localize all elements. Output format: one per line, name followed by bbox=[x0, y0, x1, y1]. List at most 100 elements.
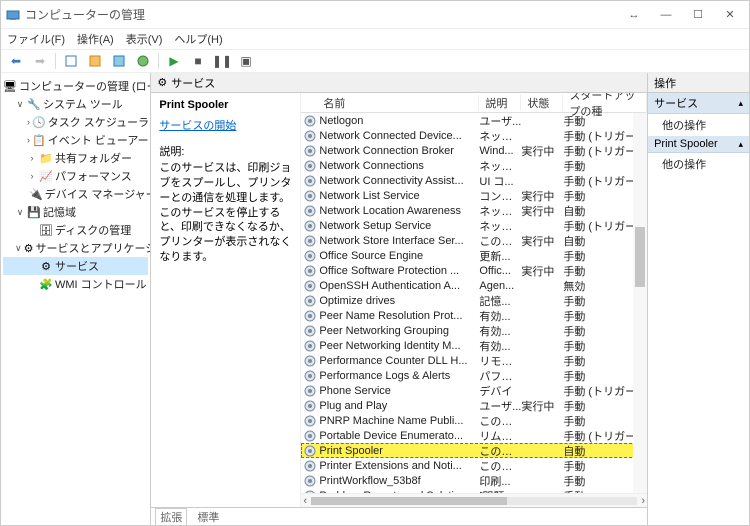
tree-disk-management[interactable]: 🗄ディスクの管理 bbox=[3, 221, 148, 239]
cell-desc: Agen... bbox=[479, 280, 521, 292]
cell-name: Performance Counter DLL H... bbox=[319, 355, 479, 367]
cell-status: 実行中 bbox=[521, 398, 563, 414]
cell-desc: このサ... bbox=[479, 413, 521, 429]
actions-cat-services[interactable]: サービス▴ bbox=[648, 93, 749, 114]
table-row[interactable]: Office Software Protection ...Offic...実行… bbox=[301, 263, 647, 278]
col-name[interactable]: 名前 bbox=[301, 95, 479, 111]
service-icon bbox=[301, 280, 319, 292]
service-icon bbox=[301, 295, 319, 307]
center-title: サービス bbox=[171, 75, 215, 91]
table-row[interactable]: OpenSSH Authentication A...Agen...無効 bbox=[301, 278, 647, 293]
cell-desc: コンピ... bbox=[479, 188, 521, 204]
service-icon bbox=[301, 190, 319, 202]
props-button[interactable] bbox=[84, 50, 106, 72]
description-pane: Print Spooler サービスの開始 説明: このサービスは、印刷ジョブを… bbox=[151, 93, 301, 507]
tree-performance[interactable]: ›📈パフォーマンス bbox=[3, 167, 148, 185]
service-icon bbox=[301, 160, 319, 172]
minimize-button[interactable]: — bbox=[651, 5, 681, 25]
tree-wmi-control[interactable]: 🧩WMI コントロール bbox=[3, 275, 148, 293]
table-row[interactable]: Network Store Interface Ser...このサ...実行中自… bbox=[301, 233, 647, 248]
cell-status: 実行中 bbox=[521, 188, 563, 204]
table-row[interactable]: Peer Name Resolution Prot...有効...手動 bbox=[301, 308, 647, 323]
table-row[interactable]: Peer Networking Identity M...有効...手動 bbox=[301, 338, 647, 353]
table-row[interactable]: Netlogonユーザ...手動 bbox=[301, 113, 647, 128]
service-icon bbox=[301, 355, 319, 367]
cell-name: Netlogon bbox=[319, 115, 479, 127]
table-row[interactable]: PrintWorkflow_53b8f印刷...手動 bbox=[301, 473, 647, 488]
table-row[interactable]: Peer Networking Grouping有効...手動 bbox=[301, 323, 647, 338]
vertical-scrollbar[interactable] bbox=[633, 113, 647, 493]
tree-event-viewer[interactable]: ›📋イベント ビューアー bbox=[3, 131, 148, 149]
start-button[interactable]: ▶ bbox=[163, 50, 185, 72]
cell-name: Plug and Play bbox=[319, 400, 479, 412]
pause-button[interactable]: ❚❚ bbox=[211, 50, 233, 72]
restart-button[interactable]: ▣ bbox=[235, 50, 257, 72]
tree-storage[interactable]: ∨💾記憶域 bbox=[3, 203, 148, 221]
col-desc[interactable]: 説明 bbox=[479, 95, 521, 111]
table-row[interactable]: Network List Serviceコンピ...実行中手動 bbox=[301, 188, 647, 203]
cell-name: Network Setup Service bbox=[319, 220, 479, 232]
table-row[interactable]: Network Connected Device...ネット...手動 (トリガ… bbox=[301, 128, 647, 143]
table-row[interactable]: Portable Device Enumerato...リムー...手動 (トリ… bbox=[301, 428, 647, 443]
maximize-button[interactable]: ☐ bbox=[683, 5, 713, 25]
menu-view[interactable]: 表示(V) bbox=[126, 31, 163, 47]
table-row[interactable]: Office Source Engine更新...手動 bbox=[301, 248, 647, 263]
cell-name: Performance Logs & Alerts bbox=[319, 370, 479, 382]
service-icon bbox=[301, 400, 319, 412]
table-row[interactable]: Printer Extensions and Noti...このサ...手動 bbox=[301, 458, 647, 473]
table-row[interactable]: Problem Reports and Soluti...[問題...手動 bbox=[301, 488, 647, 493]
tree-system-tools[interactable]: ∨🔧システム ツール bbox=[3, 95, 148, 113]
tree-root[interactable]: 🖥コンピューターの管理 (ローカル) bbox=[3, 77, 148, 95]
tab-extended[interactable]: 拡張 bbox=[155, 508, 187, 525]
restore-icon[interactable]: ↔ bbox=[619, 5, 649, 25]
window-title: コンピューターの管理 bbox=[25, 6, 619, 23]
actions-other-2[interactable]: 他の操作 bbox=[648, 153, 749, 175]
table-row[interactable]: Network Connectionsネット...手動 bbox=[301, 158, 647, 173]
menu-file[interactable]: ファイル(F) bbox=[7, 31, 65, 47]
actions-cat-printspooler[interactable]: Print Spooler▴ bbox=[648, 136, 749, 153]
table-row[interactable]: Plug and Playユーザ...実行中手動 bbox=[301, 398, 647, 413]
menu-help[interactable]: ヘルプ(H) bbox=[174, 31, 222, 47]
service-icon bbox=[301, 250, 319, 262]
table-row[interactable]: Network Location Awarenessネット...実行中自動 bbox=[301, 203, 647, 218]
col-status[interactable]: 状態 bbox=[521, 95, 563, 111]
service-icon bbox=[301, 220, 319, 232]
tree-services[interactable]: ⚙サービス bbox=[3, 257, 148, 275]
tree-services-apps[interactable]: ∨⚙サービスとアプリケーション bbox=[3, 239, 148, 257]
table-row[interactable]: Network Connection BrokerWind...実行中手動 (ト… bbox=[301, 143, 647, 158]
cell-name: PrintWorkflow_53b8f bbox=[319, 475, 479, 487]
tree-shared-folders[interactable]: ›📁共有フォルダー bbox=[3, 149, 148, 167]
service-icon bbox=[301, 130, 319, 142]
collapse-icon: ▴ bbox=[738, 139, 743, 150]
cell-desc: ネット... bbox=[479, 203, 521, 219]
description-text: このサービスは、印刷ジョブをスプールし、プリンターとの通信を処理します。このサー… bbox=[159, 161, 292, 265]
tree-device-manager[interactable]: 🔌デバイス マネージャー bbox=[3, 185, 148, 203]
service-icon bbox=[301, 340, 319, 352]
table-row[interactable]: Print Spoolerこのサ...自動 bbox=[301, 443, 647, 458]
table-row[interactable]: PNRP Machine Name Publi...このサ...手動 bbox=[301, 413, 647, 428]
help-button[interactable] bbox=[132, 50, 154, 72]
service-icon bbox=[301, 370, 319, 382]
table-row[interactable]: Optimize drives記憶...手動 bbox=[301, 293, 647, 308]
menu-action[interactable]: 操作(A) bbox=[77, 31, 114, 47]
back-button[interactable]: ⬅ bbox=[5, 50, 27, 72]
start-service-link[interactable]: サービスの開始 bbox=[159, 117, 292, 133]
tab-standard[interactable]: 標準 bbox=[193, 509, 223, 525]
cell-name: OpenSSH Authentication A... bbox=[319, 280, 479, 292]
horizontal-scrollbar[interactable]: ‹› bbox=[301, 493, 647, 507]
forward-button[interactable]: ➡ bbox=[29, 50, 51, 72]
actions-pane: 操作 サービス▴ 他の操作 Print Spooler▴ 他の操作 bbox=[648, 73, 749, 525]
table-row[interactable]: Network Connectivity Assist...UI コ...手動 … bbox=[301, 173, 647, 188]
table-row[interactable]: Network Setup Serviceネット...手動 (トリガー開 bbox=[301, 218, 647, 233]
up-button[interactable] bbox=[60, 50, 82, 72]
close-button[interactable]: ✕ bbox=[715, 5, 745, 25]
service-icon bbox=[301, 115, 319, 127]
service-icon bbox=[301, 475, 319, 487]
table-row[interactable]: Performance Logs & Alertsパフォ...手動 bbox=[301, 368, 647, 383]
refresh-button[interactable] bbox=[108, 50, 130, 72]
actions-other-1[interactable]: 他の操作 bbox=[648, 114, 749, 136]
table-row[interactable]: Performance Counter DLL H...リモー...手動 bbox=[301, 353, 647, 368]
stop-button[interactable]: ■ bbox=[187, 50, 209, 72]
tree-task-scheduler[interactable]: ›🕓タスク スケジューラ bbox=[3, 113, 148, 131]
table-row[interactable]: Phone Serviceデバイ手動 (トリガー開 bbox=[301, 383, 647, 398]
